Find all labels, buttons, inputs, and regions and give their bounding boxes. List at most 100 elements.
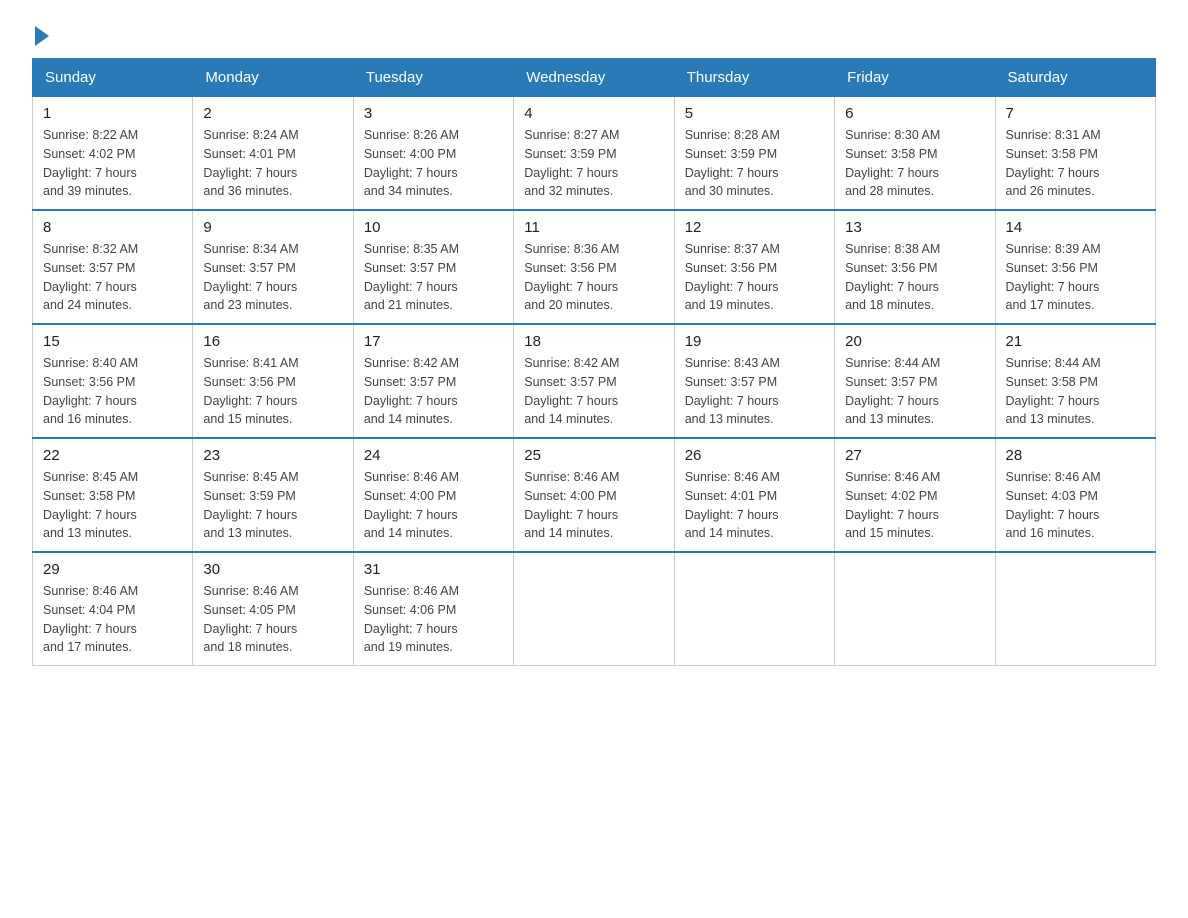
calendar-day-cell: 11 Sunrise: 8:36 AMSunset: 3:56 PMDayligh…: [514, 210, 674, 324]
day-number: 19: [685, 333, 824, 350]
calendar-day-cell: 5 Sunrise: 8:28 AMSunset: 3:59 PMDaylight…: [674, 97, 834, 211]
calendar-day-cell: 2 Sunrise: 8:24 AMSunset: 4:01 PMDaylight…: [193, 97, 353, 211]
calendar-day-cell: 27 Sunrise: 8:46 AMSunset: 4:02 PMDayligh…: [835, 438, 995, 552]
day-number: 29: [43, 561, 182, 578]
calendar-day-cell: 26 Sunrise: 8:46 AMSunset: 4:01 PMDayligh…: [674, 438, 834, 552]
day-info: Sunrise: 8:24 AMSunset: 4:01 PMDaylight:…: [203, 126, 342, 201]
day-info: Sunrise: 8:46 AMSunset: 4:04 PMDaylight:…: [43, 582, 182, 657]
calendar-table: SundayMondayTuesdayWednesdayThursdayFrid…: [32, 58, 1156, 666]
day-info: Sunrise: 8:28 AMSunset: 3:59 PMDaylight:…: [685, 126, 824, 201]
calendar-header-wednesday: Wednesday: [514, 59, 674, 97]
calendar-day-cell: 14 Sunrise: 8:39 AMSunset: 3:56 PMDayligh…: [995, 210, 1155, 324]
calendar-header-monday: Monday: [193, 59, 353, 97]
day-info: Sunrise: 8:46 AMSunset: 4:03 PMDaylight:…: [1006, 468, 1145, 543]
logo: [32, 24, 49, 46]
page-header: [32, 24, 1156, 46]
day-info: Sunrise: 8:41 AMSunset: 3:56 PMDaylight:…: [203, 354, 342, 429]
day-number: 18: [524, 333, 663, 350]
calendar-day-cell: 29 Sunrise: 8:46 AMSunset: 4:04 PMDayligh…: [33, 552, 193, 666]
day-info: Sunrise: 8:22 AMSunset: 4:02 PMDaylight:…: [43, 126, 182, 201]
calendar-day-cell: 10 Sunrise: 8:35 AMSunset: 3:57 PMDayligh…: [353, 210, 513, 324]
day-info: Sunrise: 8:39 AMSunset: 3:56 PMDaylight:…: [1006, 240, 1145, 315]
day-info: Sunrise: 8:45 AMSunset: 3:58 PMDaylight:…: [43, 468, 182, 543]
calendar-day-cell: [995, 552, 1155, 666]
day-info: Sunrise: 8:40 AMSunset: 3:56 PMDaylight:…: [43, 354, 182, 429]
calendar-week-row: 15 Sunrise: 8:40 AMSunset: 3:56 PMDayligh…: [33, 324, 1156, 438]
calendar-week-row: 22 Sunrise: 8:45 AMSunset: 3:58 PMDayligh…: [33, 438, 1156, 552]
day-info: Sunrise: 8:32 AMSunset: 3:57 PMDaylight:…: [43, 240, 182, 315]
calendar-day-cell: 28 Sunrise: 8:46 AMSunset: 4:03 PMDayligh…: [995, 438, 1155, 552]
day-number: 3: [364, 105, 503, 122]
day-number: 16: [203, 333, 342, 350]
calendar-header-tuesday: Tuesday: [353, 59, 513, 97]
day-number: 14: [1006, 219, 1145, 236]
day-info: Sunrise: 8:34 AMSunset: 3:57 PMDaylight:…: [203, 240, 342, 315]
calendar-day-cell: 7Sunrise: 8:31 AMSunset: 3:58 PMDaylight…: [995, 97, 1155, 211]
day-info: Sunrise: 8:46 AMSunset: 4:02 PMDaylight:…: [845, 468, 984, 543]
calendar-day-cell: 1 Sunrise: 8:22 AMSunset: 4:02 PMDaylight…: [33, 97, 193, 211]
day-number: 13: [845, 219, 984, 236]
day-number: 23: [203, 447, 342, 464]
day-number: 1: [43, 105, 182, 122]
day-number: 9: [203, 219, 342, 236]
day-number: 21: [1006, 333, 1145, 350]
calendar-day-cell: 15 Sunrise: 8:40 AMSunset: 3:56 PMDayligh…: [33, 324, 193, 438]
calendar-day-cell: 18 Sunrise: 8:42 AMSunset: 3:57 PMDayligh…: [514, 324, 674, 438]
calendar-day-cell: 3 Sunrise: 8:26 AMSunset: 4:00 PMDaylight…: [353, 97, 513, 211]
calendar-day-cell: 19 Sunrise: 8:43 AMSunset: 3:57 PMDayligh…: [674, 324, 834, 438]
calendar-day-cell: 20 Sunrise: 8:44 AMSunset: 3:57 PMDayligh…: [835, 324, 995, 438]
calendar-day-cell: [514, 552, 674, 666]
calendar-day-cell: 12 Sunrise: 8:37 AMSunset: 3:56 PMDayligh…: [674, 210, 834, 324]
calendar-header-saturday: Saturday: [995, 59, 1155, 97]
day-info: Sunrise: 8:46 AMSunset: 4:00 PMDaylight:…: [364, 468, 503, 543]
day-number: 12: [685, 219, 824, 236]
day-number: 20: [845, 333, 984, 350]
day-info: Sunrise: 8:31 AMSunset: 3:58 PMDaylight:…: [1006, 126, 1145, 201]
calendar-day-cell: 30 Sunrise: 8:46 AMSunset: 4:05 PMDayligh…: [193, 552, 353, 666]
day-number: 5: [685, 105, 824, 122]
day-number: 4: [524, 105, 663, 122]
day-info: Sunrise: 8:42 AMSunset: 3:57 PMDaylight:…: [524, 354, 663, 429]
day-number: 27: [845, 447, 984, 464]
day-number: 22: [43, 447, 182, 464]
day-number: 10: [364, 219, 503, 236]
day-info: Sunrise: 8:43 AMSunset: 3:57 PMDaylight:…: [685, 354, 824, 429]
day-number: 26: [685, 447, 824, 464]
day-number: 17: [364, 333, 503, 350]
calendar-header-thursday: Thursday: [674, 59, 834, 97]
day-number: 11: [524, 219, 663, 236]
day-number: 6: [845, 105, 984, 122]
calendar-day-cell: [674, 552, 834, 666]
day-info: Sunrise: 8:45 AMSunset: 3:59 PMDaylight:…: [203, 468, 342, 543]
day-info: Sunrise: 8:27 AMSunset: 3:59 PMDaylight:…: [524, 126, 663, 201]
day-number: 2: [203, 105, 342, 122]
calendar-header-sunday: Sunday: [33, 59, 193, 97]
calendar-header-friday: Friday: [835, 59, 995, 97]
day-number: 30: [203, 561, 342, 578]
calendar-day-cell: 21Sunrise: 8:44 AMSunset: 3:58 PMDayligh…: [995, 324, 1155, 438]
day-info: Sunrise: 8:30 AMSunset: 3:58 PMDaylight:…: [845, 126, 984, 201]
day-info: Sunrise: 8:46 AMSunset: 4:00 PMDaylight:…: [524, 468, 663, 543]
calendar-day-cell: 17Sunrise: 8:42 AMSunset: 3:57 PMDayligh…: [353, 324, 513, 438]
day-info: Sunrise: 8:26 AMSunset: 4:00 PMDaylight:…: [364, 126, 503, 201]
day-number: 24: [364, 447, 503, 464]
day-number: 25: [524, 447, 663, 464]
day-info: Sunrise: 8:37 AMSunset: 3:56 PMDaylight:…: [685, 240, 824, 315]
day-info: Sunrise: 8:46 AMSunset: 4:01 PMDaylight:…: [685, 468, 824, 543]
day-info: Sunrise: 8:44 AMSunset: 3:57 PMDaylight:…: [845, 354, 984, 429]
calendar-day-cell: 16 Sunrise: 8:41 AMSunset: 3:56 PMDayligh…: [193, 324, 353, 438]
logo-triangle-icon: [35, 26, 49, 46]
day-info: Sunrise: 8:36 AMSunset: 3:56 PMDaylight:…: [524, 240, 663, 315]
calendar-week-row: 8 Sunrise: 8:32 AMSunset: 3:57 PMDaylight…: [33, 210, 1156, 324]
calendar-header-row: SundayMondayTuesdayWednesdayThursdayFrid…: [33, 59, 1156, 97]
day-number: 28: [1006, 447, 1145, 464]
day-info: Sunrise: 8:46 AMSunset: 4:05 PMDaylight:…: [203, 582, 342, 657]
calendar-day-cell: 31Sunrise: 8:46 AMSunset: 4:06 PMDayligh…: [353, 552, 513, 666]
day-info: Sunrise: 8:38 AMSunset: 3:56 PMDaylight:…: [845, 240, 984, 315]
day-number: 15: [43, 333, 182, 350]
calendar-day-cell: 4 Sunrise: 8:27 AMSunset: 3:59 PMDaylight…: [514, 97, 674, 211]
day-info: Sunrise: 8:35 AMSunset: 3:57 PMDaylight:…: [364, 240, 503, 315]
calendar-week-row: 29 Sunrise: 8:46 AMSunset: 4:04 PMDayligh…: [33, 552, 1156, 666]
calendar-day-cell: 22 Sunrise: 8:45 AMSunset: 3:58 PMDayligh…: [33, 438, 193, 552]
day-number: 8: [43, 219, 182, 236]
